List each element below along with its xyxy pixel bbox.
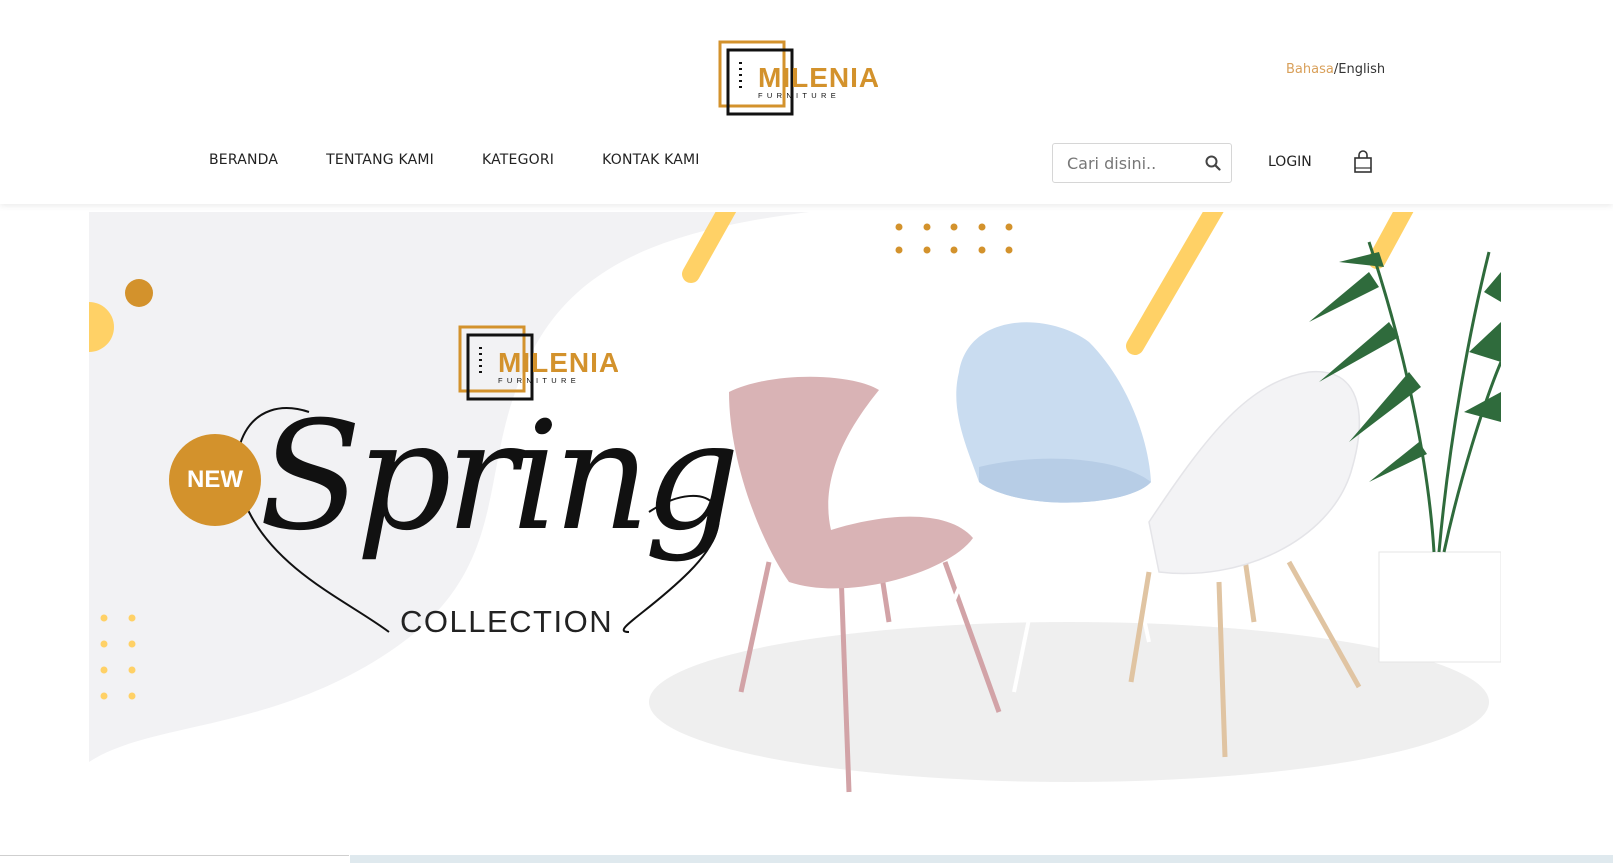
- site-header: MILENIA FURNITURE Bahasa/English BERANDA…: [0, 0, 1613, 204]
- banner-headline: Spring: [259, 390, 740, 564]
- nav-item-beranda[interactable]: BERANDA: [209, 152, 278, 168]
- search-input[interactable]: [1065, 153, 1197, 174]
- nav-item-kategori[interactable]: KATEGORI: [482, 152, 554, 168]
- search-box: [1052, 143, 1232, 183]
- language-english[interactable]: English: [1338, 62, 1385, 77]
- new-badge: NEW: [169, 434, 261, 526]
- language-switcher: Bahasa/English: [1286, 62, 1385, 77]
- next-section-right: [350, 855, 1613, 863]
- banner-brand-name: MILENIA: [498, 347, 618, 378]
- brand-logo[interactable]: MILENIA FURNITURE: [718, 40, 878, 116]
- nav-item-kontak-kami[interactable]: KONTAK KAMI: [602, 152, 700, 168]
- next-section-edge: [0, 855, 1613, 864]
- login-link[interactable]: LOGIN: [1268, 154, 1312, 170]
- brand-tagline: FURNITURE: [758, 91, 840, 100]
- shopping-bag-icon[interactable]: [1353, 150, 1373, 174]
- nav-item-tentang-kami[interactable]: TENTANG KAMI: [326, 152, 434, 168]
- search-icon[interactable]: [1205, 155, 1221, 171]
- banner-brand-tagline: FURNITURE: [498, 376, 580, 385]
- main-nav: BERANDA TENTANG KAMI KATEGORI KONTAK KAM…: [209, 152, 700, 168]
- language-bahasa[interactable]: Bahasa: [1286, 62, 1334, 77]
- banner-subheadline: COLLECTION: [400, 604, 614, 639]
- brand-name: MILENIA: [758, 62, 878, 93]
- hero-banner[interactable]: MILENIA FURNITURE NEW Spring COLLECTION: [89, 212, 1501, 812]
